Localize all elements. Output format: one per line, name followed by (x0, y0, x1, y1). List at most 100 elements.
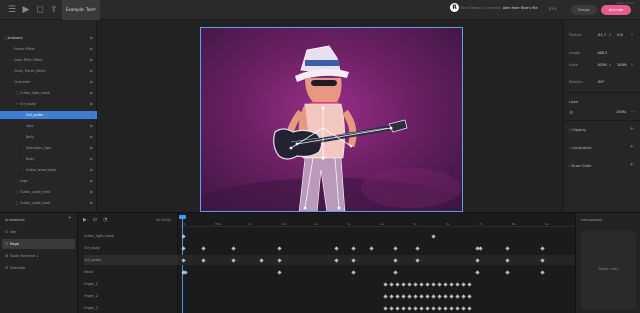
animate-button[interactable]: Animate (601, 5, 631, 15)
track-row[interactable] (178, 231, 575, 241)
ruler-tick-label: 10s (281, 222, 287, 226)
menu-icon[interactable]: ☰ (6, 4, 18, 16)
hierarchy-item[interactable]: ◦ Frame Effect ◉ (0, 45, 97, 53)
hierarchy-item[interactable]: ◦ Guitar_wood_back ◉ (0, 166, 97, 174)
rive-logo-icon: R (450, 3, 459, 12)
transport-controls: ▶ ⇄ ◔ (83, 217, 107, 223)
visibility-icon[interactable]: ◉ (90, 56, 94, 64)
visibility-icon[interactable]: ◉ (90, 166, 94, 174)
add-draw-order-icon[interactable]: + (630, 162, 634, 168)
animation-item[interactable]: ⊞ Example (2, 263, 75, 273)
ruler-tick-label: 9s (545, 222, 549, 226)
add-clipping-icon[interactable]: + (630, 126, 634, 132)
animation-item[interactable]: ↻ Rage (2, 239, 75, 249)
visibility-icon[interactable]: ◉ (90, 133, 94, 141)
length-field[interactable]: 168.3 (597, 51, 607, 55)
visibility-icon[interactable]: ◉ (90, 188, 94, 196)
track-label[interactable]: Guitar_light_mask (84, 231, 178, 241)
hierarchy-item-label: Artboard (8, 36, 23, 40)
time-ruler[interactable]: 00 8fps 1s 10s 2s 3s 4s 5s 6s 7s 8s 9s (178, 213, 575, 227)
track-label[interactable]: Finger_1 (84, 279, 178, 289)
hierarchy-item-label: Character (14, 80, 31, 84)
collaborator-status: R Rive Editor is currently Alex from Riv… (450, 3, 538, 12)
design-button[interactable]: Design (571, 5, 597, 15)
timer-icon[interactable]: ◔ (103, 217, 107, 223)
hierarchy-item[interactable]: ⌕ Ctrl_guitar ◉ (0, 111, 97, 119)
visibility-icon[interactable]: ◉ (90, 177, 94, 185)
hierarchy-item[interactable]: ◦ Character ◉ (0, 78, 97, 86)
track-row[interactable] (178, 255, 575, 265)
visibility-icon[interactable]: ◉ (90, 34, 94, 42)
scale-x-field[interactable]: 100% (597, 63, 607, 67)
interpolation-title: Interpolation (581, 218, 603, 222)
visibility-icon[interactable]: ◉ (90, 199, 94, 207)
clipping-section[interactable]: › Clipping (569, 128, 586, 132)
loop-icon[interactable]: ⇄ (93, 217, 97, 223)
visibility-icon[interactable]: ◉ (90, 67, 94, 75)
hierarchy-item[interactable]: ◦ Color Filter Effect ◉ (0, 56, 97, 64)
visibility-icon[interactable]: ◉ (90, 78, 94, 86)
add-constraint-icon[interactable]: + (630, 144, 634, 150)
select-tool-icon[interactable]: ▶ (20, 4, 32, 16)
shape-tool-icon[interactable]: ◻ (34, 4, 46, 16)
share-icon[interactable]: ⇪ (48, 4, 60, 16)
hierarchy-panel: ▢Artboard ◉ ◦ Frame Effect ◉ ◦ Color Filter Ef… (0, 20, 97, 212)
rotation-field[interactable]: -90° (597, 80, 604, 84)
hierarchy-item[interactable]: ◦ Hips ◉ (0, 122, 97, 130)
add-animation-icon[interactable]: + (68, 215, 72, 221)
hierarchy-item-label: Belly (26, 135, 35, 139)
close-icon[interactable]: ✕ (93, 0, 97, 20)
file-tab[interactable]: Example: Tom Metallo ✕ (62, 0, 100, 32)
play-icon[interactable]: ▶ (83, 217, 87, 223)
loop-icon: ↻ (5, 229, 9, 234)
constraints-section[interactable]: › Constraints (569, 146, 592, 150)
track-row[interactable] (178, 291, 575, 301)
scale-y-field[interactable]: 100% (617, 63, 627, 67)
hierarchy-item-label: Guitar_light_mask (20, 91, 50, 95)
zoom-level[interactable]: 82% (549, 7, 557, 11)
position-x-unit: X (609, 33, 612, 37)
hierarchy-item[interactable]: ◦ Legs ◉ (0, 177, 97, 185)
hierarchy-item[interactable]: ∫ Guitar_light_mask ◉ (0, 89, 97, 97)
track-row[interactable] (178, 279, 575, 289)
properties-panel: Position -51.7 X 0.6 Y Length 168.3 Scal… (563, 20, 640, 212)
ruler-tick-label: 5s (413, 222, 417, 226)
track-row[interactable] (178, 267, 575, 277)
visibility-icon[interactable]: ◉ (90, 144, 94, 152)
hierarchy-item[interactable]: ◦ Grain_Flares_effect ◉ (0, 67, 97, 75)
constraints-label: Constraints (571, 146, 592, 150)
playhead-handle[interactable] (179, 215, 186, 219)
editing-file: Alex from Rive's file (502, 5, 538, 10)
hierarchy-item[interactable]: ◦ Belly ◉ (0, 133, 97, 141)
hierarchy-item[interactable]: ▢Artboard ◉ (0, 34, 97, 42)
visibility-icon[interactable]: ◉ (90, 45, 94, 53)
hierarchy-item[interactable]: ∫ Guitar_cable_front ◉ (0, 188, 97, 196)
position-x-field[interactable]: -51.7 (597, 33, 606, 37)
visibility-icon[interactable]: ◉ (90, 111, 94, 119)
visibility-icon[interactable]: ◉ (90, 100, 94, 108)
layer-options-icon[interactable]: ⋯ (631, 109, 636, 115)
track-label[interactable]: Finger_2 (84, 291, 178, 301)
animation-item[interactable]: ⊞ State Machine 1 (2, 251, 75, 261)
track-row[interactable] (178, 243, 575, 253)
version-label: Beta 0.5.92 (616, 1, 634, 5)
draw-order-section[interactable]: › Draw Order (569, 164, 592, 168)
track-label[interactable]: Ctrl_body (84, 243, 178, 253)
animation-item[interactable]: ↻ Idle (2, 227, 75, 237)
timeline-area[interactable]: 00 8fps 1s 10s 2s 3s 4s 5s 6s 7s 8s 9s (178, 213, 575, 313)
visibility-icon[interactable]: ◉ (90, 122, 94, 130)
hierarchy-item[interactable]: ∫ Guitar_cable_back ◉ (0, 199, 97, 207)
position-y-unit: Y (631, 33, 634, 37)
hierarchy-item[interactable]: ◦ Body ◉ (0, 155, 97, 163)
visibility-icon[interactable]: ◉ (90, 155, 94, 163)
layer-opacity-field[interactable]: 100% (616, 110, 626, 114)
hierarchy-item[interactable]: ◦ Shoulders_light ◉ (0, 144, 97, 152)
position-y-field[interactable]: 0.6 (617, 33, 623, 37)
artboard[interactable] (200, 27, 463, 212)
constraints-chevron-icon: › (569, 146, 571, 150)
visibility-icon[interactable]: ◉ (90, 89, 94, 97)
track-label[interactable]: Hand (84, 267, 178, 277)
loop-icon: ↻ (5, 241, 9, 246)
track-label[interactable]: Ctrl_guitar (84, 255, 178, 265)
hierarchy-item[interactable]: ⌕ Ctrl_body ◉ (0, 100, 97, 108)
